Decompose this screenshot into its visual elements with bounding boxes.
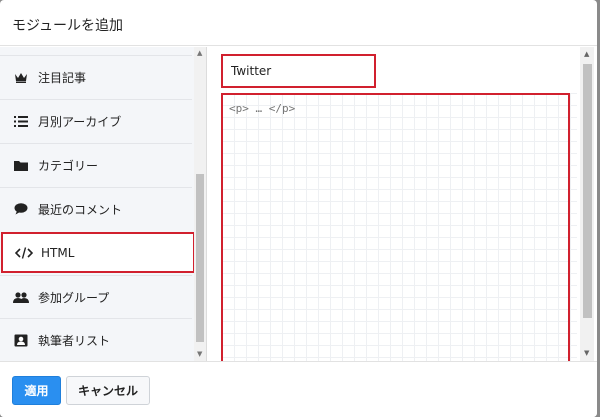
sidebar-item-label: 注目記事: [38, 70, 87, 85]
comment-icon: [12, 202, 30, 216]
sidebar-item-label: 参加グループ: [38, 290, 110, 305]
sidebar-item-featured[interactable]: 注目記事: [0, 55, 192, 98]
sidebar-item-joined-groups[interactable]: 参加グループ: [0, 275, 192, 318]
crown-icon: [12, 70, 30, 84]
sidebar-item-monthly-archive[interactable]: 月別アーカイブ: [0, 99, 192, 142]
dialog-title: モジュールを追加: [12, 18, 124, 34]
editor-scroll-thumb[interactable]: [583, 64, 592, 318]
sidebar-item-label: 執筆者リスト: [38, 333, 111, 348]
sidebar-item-recent-comments[interactable]: 最近のコメント: [0, 187, 192, 230]
add-module-dialog: モジュールを追加 注目記事 月別アーカイブ カテゴリー 最近のコメント HTML…: [0, 0, 597, 417]
sidebar-item-label: 最近のコメント: [38, 202, 123, 217]
sidebar-item-label: 月別アーカイブ: [38, 114, 122, 129]
sidebar-item-label: カテゴリー: [38, 158, 99, 173]
sidebar-item-author-list[interactable]: 執筆者リスト: [0, 318, 192, 361]
contact-card-icon: [12, 333, 30, 347]
module-list: 注目記事 月別アーカイブ カテゴリー 最近のコメント HTML 参加グループ 執…: [0, 47, 207, 361]
sidebar-item-html[interactable]: HTML: [1, 232, 195, 273]
scroll-up-icon[interactable]: ▲: [584, 50, 589, 58]
html-code-textarea[interactable]: [221, 93, 570, 361]
folder-icon: [12, 158, 30, 172]
scroll-down-icon[interactable]: ▼: [584, 349, 589, 357]
editor-scrollbar[interactable]: ▲ ▼: [580, 47, 594, 361]
apply-button[interactable]: 適用: [12, 376, 61, 405]
sidebar-item-categories[interactable]: カテゴリー: [0, 143, 192, 186]
module-title-input[interactable]: [221, 54, 376, 88]
code-icon: [15, 246, 33, 260]
sidebar-scroll-thumb[interactable]: [196, 174, 204, 342]
dialog-header: モジュールを追加: [0, 0, 597, 46]
dialog-footer: 適用 キャンセル: [0, 361, 597, 417]
scroll-up-icon[interactable]: ▲: [197, 49, 202, 57]
list-icon: [12, 114, 30, 128]
cancel-button[interactable]: キャンセル: [66, 376, 150, 405]
scroll-down-icon[interactable]: ▼: [197, 350, 202, 358]
sidebar-scrollbar[interactable]: ▲ ▼: [194, 47, 206, 361]
users-icon: [12, 290, 30, 304]
sidebar-item-label: HTML: [41, 245, 75, 260]
module-editor: ▲ ▼: [208, 47, 597, 361]
